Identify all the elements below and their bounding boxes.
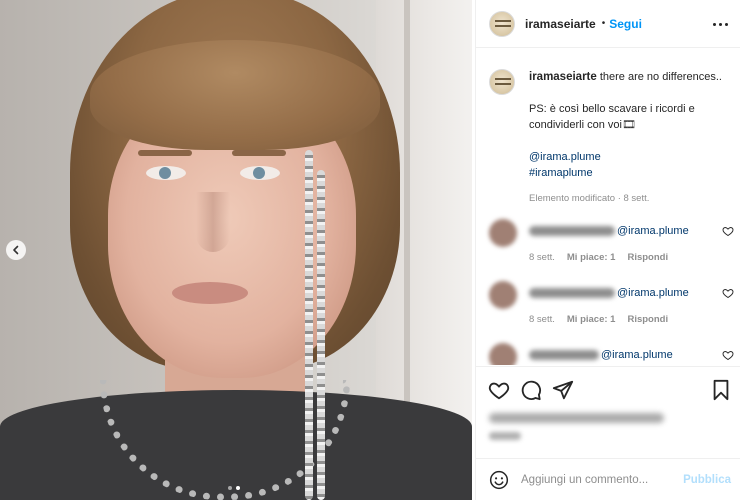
- share-icon[interactable]: [552, 379, 574, 401]
- comment-input[interactable]: [521, 473, 684, 486]
- reply-button[interactable]: Rispondi: [627, 252, 668, 263]
- caption-username[interactable]: iramaseiarte: [529, 71, 597, 83]
- comment-likes[interactable]: Mi piace: 1: [567, 252, 616, 263]
- more-dot: [719, 22, 722, 26]
- carousel-prev-button[interactable]: [6, 240, 26, 260]
- carousel-dot-active: [236, 486, 240, 490]
- caption-hashtag-link[interactable]: #iramaplume: [529, 165, 729, 181]
- post-date-blurred: [489, 432, 521, 440]
- photo-lips: [172, 282, 248, 304]
- likes-count-blurred[interactable]: [489, 413, 664, 423]
- reply-button[interactable]: Rispondi: [627, 314, 668, 325]
- chevron-left-icon: [13, 245, 19, 255]
- heart-icon[interactable]: [488, 379, 510, 401]
- avatar[interactable]: [489, 343, 517, 365]
- caption-meta: Elemento modificato · 8 sett.: [529, 193, 650, 204]
- comment-line: @irama.plume: [529, 349, 673, 361]
- more-dot: [713, 22, 716, 26]
- avatar[interactable]: [489, 10, 515, 37]
- post-action-bar: [476, 366, 740, 410]
- caption-line2: PS: è così bello scavare i ricordi e con…: [529, 103, 695, 131]
- heart-icon[interactable]: [722, 349, 734, 361]
- emoji-icon[interactable]: [489, 470, 509, 490]
- comment-line: @irama.plume: [529, 287, 689, 299]
- follow-button[interactable]: Segui: [609, 17, 642, 31]
- photo-fringe: [90, 40, 380, 150]
- photo-eye-left: [146, 166, 186, 180]
- avatar[interactable]: [489, 219, 517, 247]
- comment-likes[interactable]: Mi piace: 1: [567, 314, 616, 325]
- post-side-panel: iramaseiarte • Segui iramaseiarte there …: [475, 0, 740, 500]
- comment-time: 8 sett.: [529, 314, 555, 325]
- photo-brow-right: [232, 150, 286, 156]
- more-dot: [725, 22, 728, 26]
- avatar[interactable]: [489, 69, 515, 95]
- caption-text: there are no differences..: [599, 71, 722, 83]
- post-photo: [0, 0, 472, 500]
- post-comment-button[interactable]: Pubblica: [683, 474, 731, 486]
- post-header: iramaseiarte • Segui: [476, 0, 740, 48]
- comment-line: @irama.plume: [529, 225, 689, 237]
- add-comment-bar: Pubblica: [476, 458, 740, 500]
- photo-hair-chain: [305, 150, 313, 500]
- photo-nose: [196, 192, 230, 252]
- more-options-icon[interactable]: [713, 18, 729, 30]
- photo-brow-left: [138, 150, 192, 156]
- caption-mention-link[interactable]: @irama.plume: [529, 149, 729, 165]
- photo-eye-right: [240, 166, 280, 180]
- post-caption: iramaseiarte there are no differences.. …: [489, 69, 729, 207]
- comment-username-blurred: [529, 288, 615, 298]
- header-separator: •: [601, 18, 606, 29]
- comment-mention-link[interactable]: @irama.plume: [617, 287, 689, 299]
- photo-hair-chain: [317, 170, 325, 500]
- heart-icon[interactable]: [722, 287, 734, 299]
- caption-text-block: iramaseiarte there are no differences.. …: [529, 69, 729, 207]
- carousel-indicator: [228, 486, 240, 490]
- carousel-dot: [228, 486, 232, 490]
- avatar[interactable]: [489, 281, 517, 309]
- comments-section[interactable]: iramaseiarte there are no differences.. …: [476, 49, 740, 365]
- comment-username-blurred: [529, 226, 615, 236]
- comment-icon[interactable]: [520, 379, 542, 401]
- heart-icon[interactable]: [722, 225, 734, 237]
- header-username[interactable]: iramaseiarte: [525, 17, 596, 31]
- comment-mention-link[interactable]: @irama.plume: [617, 225, 689, 237]
- comment-actions: 8 sett. Mi piace: 1 Rispondi: [529, 252, 668, 263]
- comment-username-blurred: [529, 350, 599, 360]
- comment-time: 8 sett.: [529, 252, 555, 263]
- comment-mention-link[interactable]: @irama.plume: [601, 349, 673, 361]
- bookmark-icon[interactable]: [710, 379, 732, 401]
- comment-actions: 8 sett. Mi piace: 1 Rispondi: [529, 314, 668, 325]
